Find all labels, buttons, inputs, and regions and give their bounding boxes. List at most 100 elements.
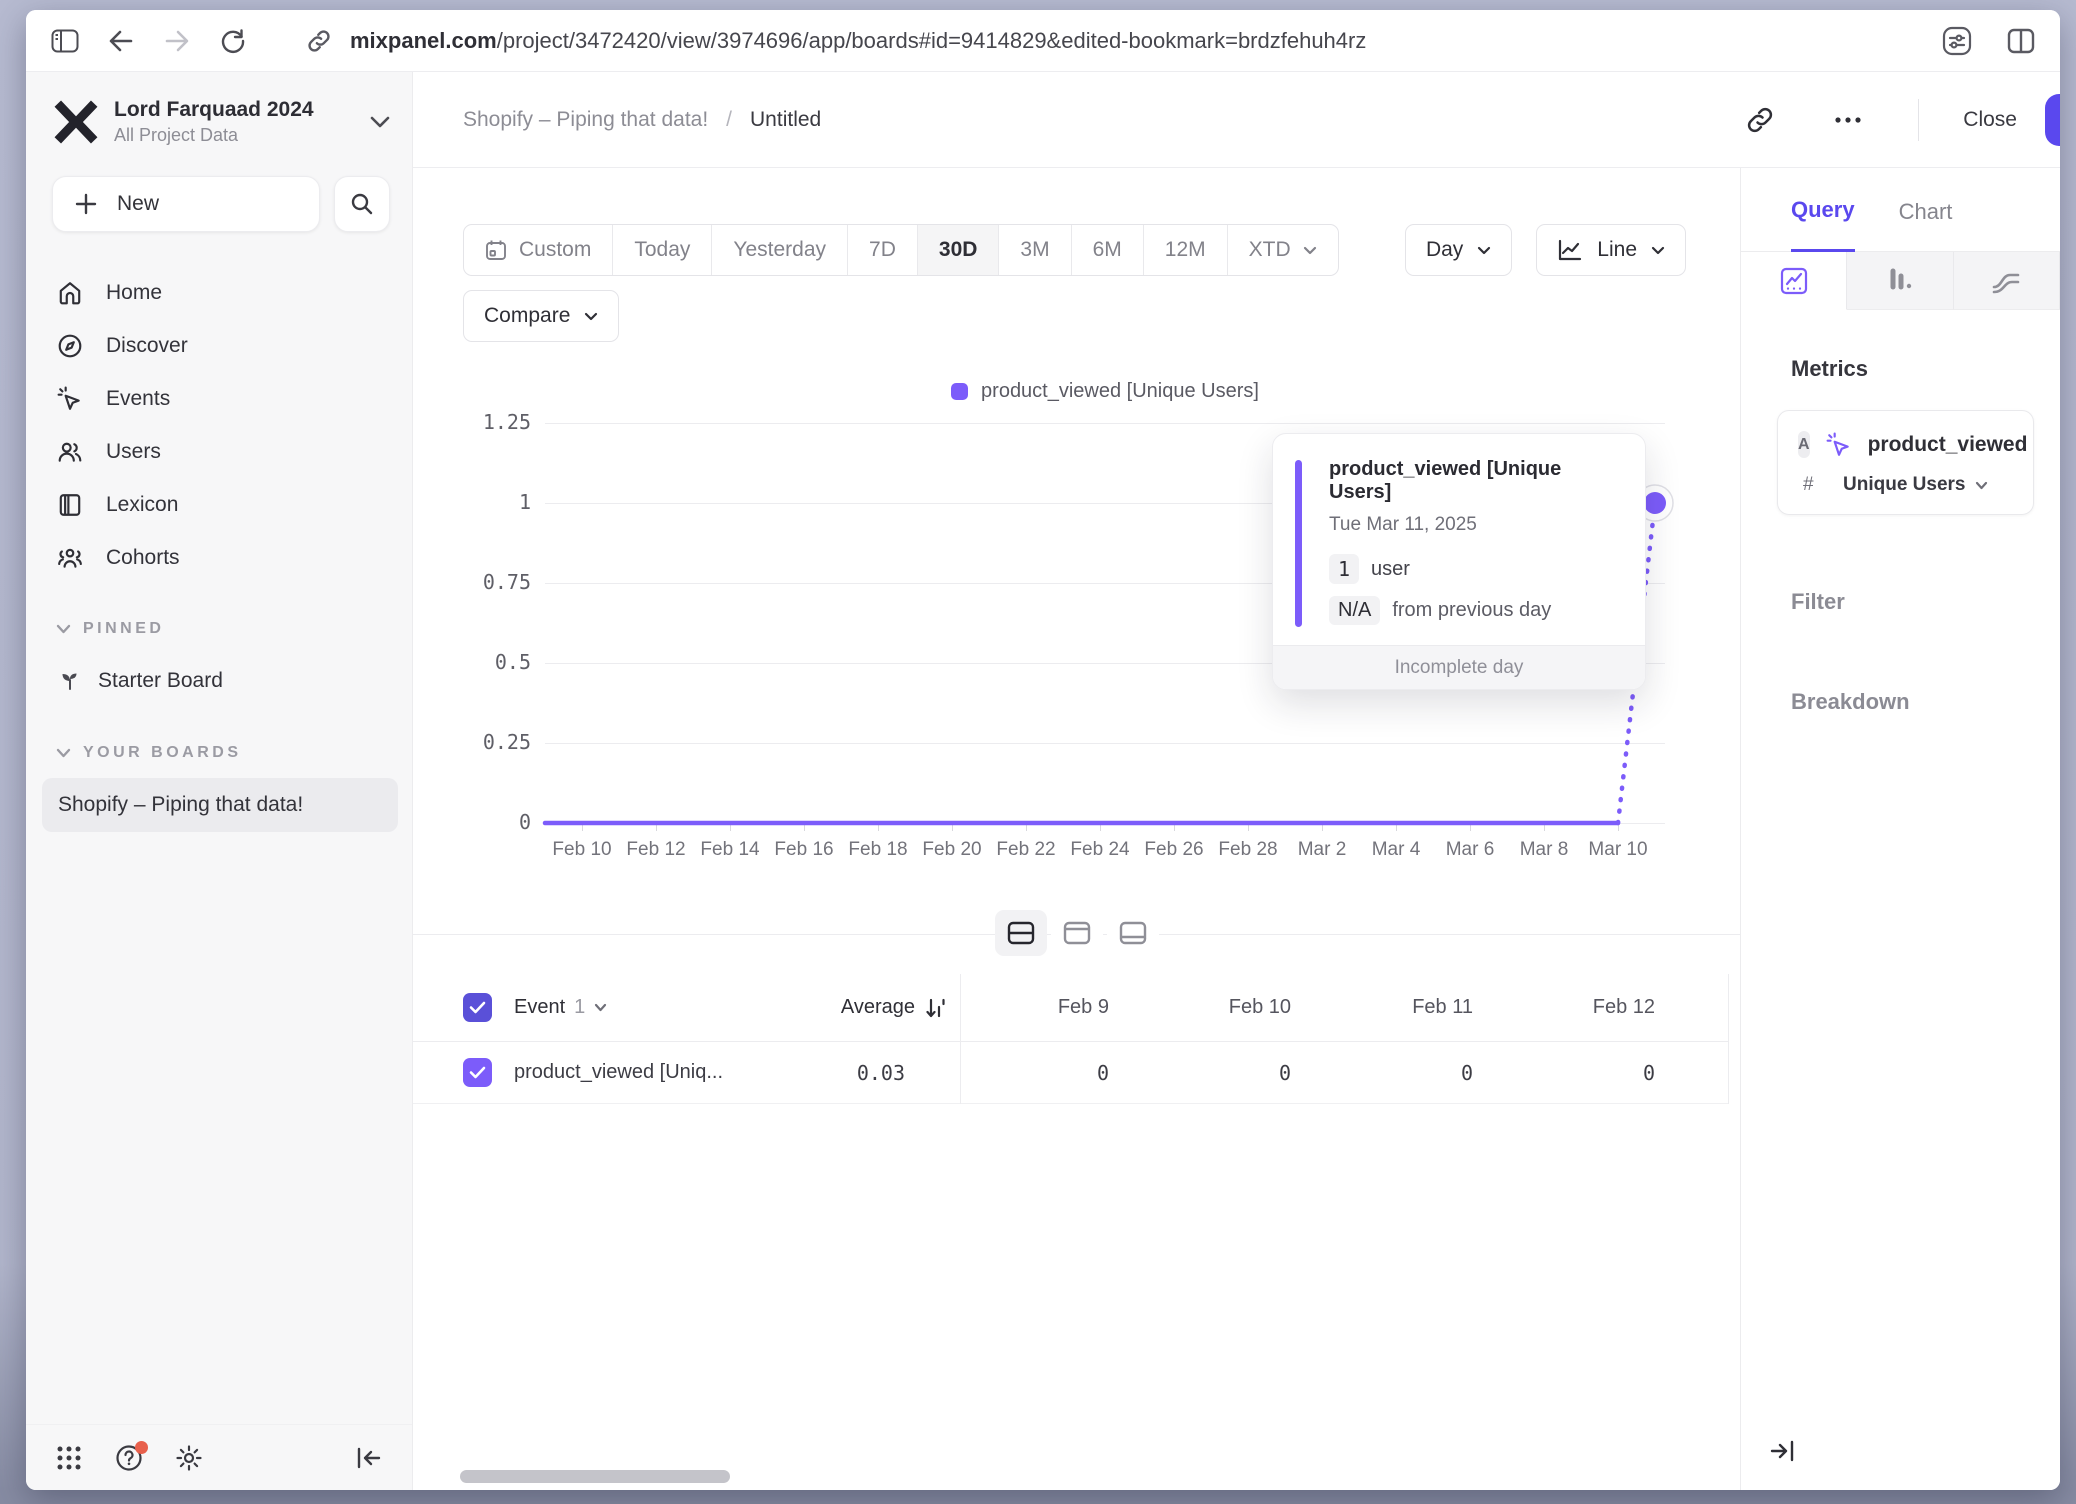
ellipsis-icon[interactable] <box>1830 102 1866 138</box>
range-label: Custom <box>519 238 591 262</box>
sidebar-item-home[interactable]: Home <box>42 266 398 319</box>
range-12m[interactable]: 12M <box>1144 225 1228 275</box>
range-custom[interactable]: Custom <box>464 225 613 275</box>
range-30d[interactable]: 30D <box>918 225 1000 275</box>
section-pinned[interactable]: PINNED <box>46 620 398 638</box>
chart-type-dropdown[interactable]: Line <box>1536 224 1686 276</box>
chevron-down-icon <box>1975 481 1988 490</box>
flows-icon[interactable] <box>1954 252 2060 310</box>
average-column-header[interactable]: Average <box>841 996 960 1019</box>
sidebar-item-users[interactable]: Users <box>42 425 398 478</box>
row-value: 0 <box>1324 1061 1506 1085</box>
link-icon <box>304 26 334 56</box>
insights-chart-icon[interactable] <box>1741 252 1847 310</box>
mixpanel-logo <box>54 100 98 144</box>
metric-card[interactable]: A product_viewed # Unique Users <box>1777 410 2034 515</box>
range-xtd[interactable]: XTD <box>1228 225 1338 275</box>
compare-dropdown[interactable]: Compare <box>463 290 619 342</box>
range-7d[interactable]: 7D <box>848 225 918 275</box>
copy-link-icon[interactable] <box>1742 102 1778 138</box>
event-column-header[interactable]: Event 1 <box>514 996 607 1019</box>
cursor-spark-icon <box>1826 432 1852 458</box>
funnel-bars-icon[interactable] <box>1847 252 1953 310</box>
top-pane-icon[interactable] <box>1051 910 1103 956</box>
chevron-down-icon <box>370 116 390 128</box>
chart-type-label: Line <box>1597 238 1637 262</box>
sidebar-item-shopify-board[interactable]: Shopify – Piping that data! <box>42 778 398 832</box>
split-rows-icon[interactable] <box>995 910 1047 956</box>
tab-chart[interactable]: Chart <box>1899 199 1953 251</box>
filter-section-label[interactable]: Filter <box>1791 589 2060 615</box>
search-button[interactable] <box>334 176 390 232</box>
apps-grid-icon[interactable] <box>54 1443 84 1473</box>
sidebar-item-discover[interactable]: Discover <box>42 319 398 372</box>
breakdown-section-label[interactable]: Breakdown <box>1791 689 2060 715</box>
home-icon <box>56 279 84 307</box>
new-button[interactable]: New <box>52 176 320 232</box>
horizontal-scrollbar[interactable] <box>460 1470 730 1483</box>
date-column-header[interactable]: Feb 9 <box>960 996 1142 1019</box>
chevron-down-icon <box>1477 246 1491 255</box>
y-axis-tick-label: 0.25 <box>441 730 531 754</box>
sidebar-item-label: Cohorts <box>106 546 180 570</box>
row-checkbox[interactable] <box>463 1058 492 1087</box>
close-button[interactable]: Close <box>1963 108 2017 132</box>
header-divider <box>1918 99 1919 141</box>
granularity-dropdown[interactable]: Day <box>1405 224 1512 276</box>
sort-desc-icon <box>925 997 945 1019</box>
data-point-marker <box>1644 492 1666 514</box>
range-label: Today <box>634 238 690 262</box>
sidebar-nav: Home Discover Events Users Lexicon <box>42 266 398 584</box>
metric-letter-badge: A <box>1798 431 1810 458</box>
chevron-down-icon <box>594 1003 607 1012</box>
chevron-down-icon <box>1651 246 1665 255</box>
range-today[interactable]: Today <box>613 225 712 275</box>
tab-query[interactable]: Query <box>1791 197 1855 253</box>
compass-icon <box>56 332 84 360</box>
gear-icon[interactable] <box>174 1443 204 1473</box>
workspace-text: Lord Farquaad 2024 All Project Data <box>114 98 354 146</box>
address-bar[interactable]: mixpanel.com/project/3472420/view/397469… <box>304 26 1916 56</box>
table-row[interactable]: product_viewed [Uniq... 0.03 0 0 0 0 <box>413 1042 1728 1104</box>
tooltip-series-bar <box>1295 460 1302 627</box>
sidebar-item-starter-board[interactable]: Starter Board <box>42 654 398 708</box>
range-yesterday[interactable]: Yesterday <box>712 225 848 275</box>
average-label: Average <box>841 996 915 1019</box>
plus-icon <box>75 193 97 215</box>
breadcrumb-parent[interactable]: Shopify – Piping that data! <box>463 108 708 132</box>
save-button[interactable] <box>2045 94 2060 146</box>
bottom-pane-icon[interactable] <box>1107 910 1159 956</box>
forward-button[interactable] <box>162 26 192 56</box>
search-icon <box>350 192 374 216</box>
date-column-header[interactable]: Feb 11 <box>1324 996 1506 1019</box>
sidebar-item-lexicon[interactable]: Lexicon <box>42 478 398 531</box>
range-3m[interactable]: 3M <box>999 225 1071 275</box>
date-column-header[interactable]: Feb 12 <box>1506 996 1688 1019</box>
breadcrumb-current[interactable]: Untitled <box>750 108 821 132</box>
sidebar-item-cohorts[interactable]: Cohorts <box>42 531 398 584</box>
collapse-left-icon[interactable] <box>354 1443 384 1473</box>
range-label: Yesterday <box>733 238 826 262</box>
metric-measure-dropdown[interactable]: Unique Users <box>1843 474 1988 496</box>
breadcrumb-separator: / <box>726 108 732 132</box>
help-icon[interactable] <box>114 1443 144 1473</box>
tune-icon[interactable] <box>1942 26 1972 56</box>
sidebar-item-events[interactable]: Events <box>42 372 398 425</box>
split-view-icon[interactable] <box>2006 26 2036 56</box>
sidebar: Lord Farquaad 2024 All Project Data New <box>26 72 413 1490</box>
sidebar-item-label: Discover <box>106 334 188 358</box>
legend-label[interactable]: product_viewed [Unique Users] <box>981 380 1259 403</box>
report-main: Custom Today Yesterday 7D 30D 3M 6M 12M … <box>413 168 1740 1490</box>
query-panel: Query Chart Metrics <box>1740 168 2060 1490</box>
section-your-boards[interactable]: YOUR BOARDS <box>46 744 398 762</box>
reload-icon[interactable] <box>218 26 248 56</box>
back-button[interactable] <box>106 26 136 56</box>
sprout-icon <box>58 669 82 693</box>
book-icon <box>56 491 84 519</box>
collapse-right-icon[interactable] <box>1765 1434 1799 1468</box>
range-6m[interactable]: 6M <box>1072 225 1144 275</box>
sidebar-toggle-icon[interactable] <box>50 26 80 56</box>
workspace-switcher[interactable]: Lord Farquaad 2024 All Project Data <box>54 98 390 146</box>
select-all-checkbox[interactable] <box>463 993 492 1022</box>
date-column-header[interactable]: Feb 10 <box>1142 996 1324 1019</box>
